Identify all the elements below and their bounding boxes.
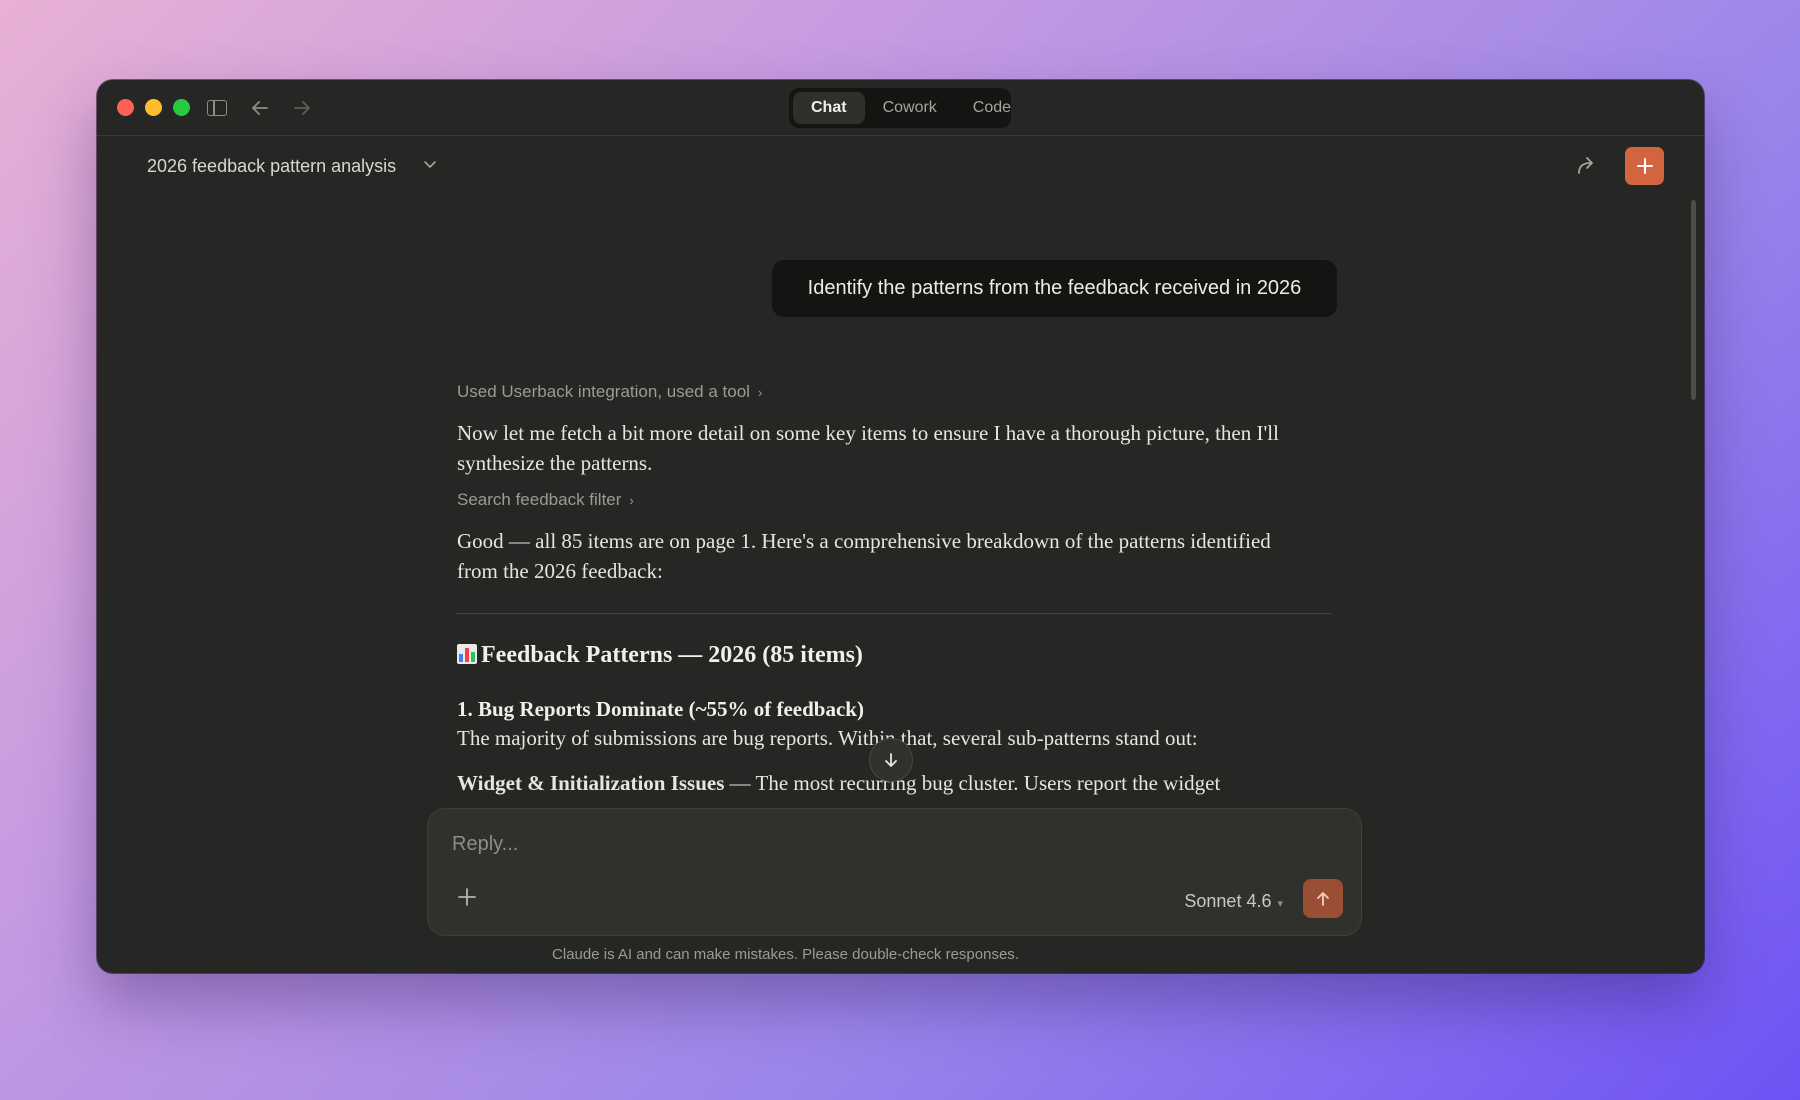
tab-chat[interactable]: Chat	[793, 92, 865, 124]
minimize-window-button[interactable]	[145, 99, 162, 116]
user-message: Identify the patterns from the feedback …	[772, 260, 1337, 317]
tool-use-label: Search feedback filter	[457, 490, 622, 509]
plus-icon	[458, 888, 476, 906]
mode-switcher: Chat Cowork Code	[789, 88, 1011, 128]
tool-use-label: Used Userback integration, used a tool	[457, 382, 750, 401]
composer: Sonnet 4.6 ▾	[427, 808, 1362, 936]
assistant-paragraph: Good — all 85 items are on page 1. Here'…	[457, 529, 1271, 583]
share-icon[interactable]	[1574, 154, 1598, 178]
sidebar-toggle-icon[interactable]	[207, 100, 227, 116]
assistant-paragraph: Now let me fetch a bit more detail on so…	[457, 421, 1279, 475]
divider	[455, 613, 1331, 614]
chevron-down-icon[interactable]	[422, 156, 438, 172]
plus-icon	[1636, 158, 1653, 174]
paragraph-rest: — The most recurring bug cluster. Users …	[724, 771, 1221, 795]
response-heading: Feedback Patterns — 2026 (85 items)	[457, 642, 863, 669]
tab-cowork[interactable]: Cowork	[865, 92, 955, 124]
subheading-text: 1. Bug Reports Dominate (~55% of feedbac…	[457, 697, 864, 721]
forward-arrow-icon[interactable]	[291, 97, 313, 119]
close-window-button[interactable]	[117, 99, 134, 116]
chevron-right-icon: ›	[629, 493, 634, 508]
app-window: Chat Cowork Code 2026 feedback pattern a…	[97, 80, 1704, 973]
chat-header: 2026 feedback pattern analysis	[97, 136, 1704, 200]
disclaimer: Claude is AI and can make mistakes. Plea…	[552, 946, 1019, 963]
tab-code[interactable]: Code	[955, 92, 1029, 124]
scroll-to-bottom-button[interactable]	[869, 738, 913, 782]
title-bar: Chat Cowork Code	[97, 80, 1704, 136]
back-arrow-icon[interactable]	[249, 97, 271, 119]
new-chat-button[interactable]	[1625, 147, 1664, 185]
chevron-right-icon: ›	[757, 385, 763, 400]
maximize-window-button[interactable]	[173, 99, 190, 116]
response-subheading: 1. Bug Reports Dominate (~55% of feedbac…	[457, 697, 864, 722]
model-name: Sonnet 4.6	[1184, 891, 1272, 911]
bar-chart-icon	[457, 644, 477, 664]
chevron-down-icon: ▾	[1277, 898, 1283, 910]
bold-lead: Widget & Initialization Issues	[457, 771, 725, 795]
arrow-up-icon	[1317, 891, 1329, 906]
heading-text: Feedback Patterns — 2026 (85 items)	[481, 642, 863, 668]
tool-use-summary[interactable]: Search feedback filter ›	[457, 490, 634, 510]
model-selector[interactable]: Sonnet 4.6 ▾	[1184, 891, 1283, 912]
tool-use-summary[interactable]: Used Userback integration, used a tool ›	[457, 382, 762, 402]
send-button[interactable]	[1303, 879, 1343, 918]
reply-input[interactable]	[452, 833, 1052, 856]
arrow-down-icon	[885, 753, 897, 767]
scrollbar-thumb[interactable]	[1691, 200, 1696, 400]
attach-button[interactable]	[452, 885, 482, 915]
chat-title[interactable]: 2026 feedback pattern analysis	[147, 156, 396, 177]
